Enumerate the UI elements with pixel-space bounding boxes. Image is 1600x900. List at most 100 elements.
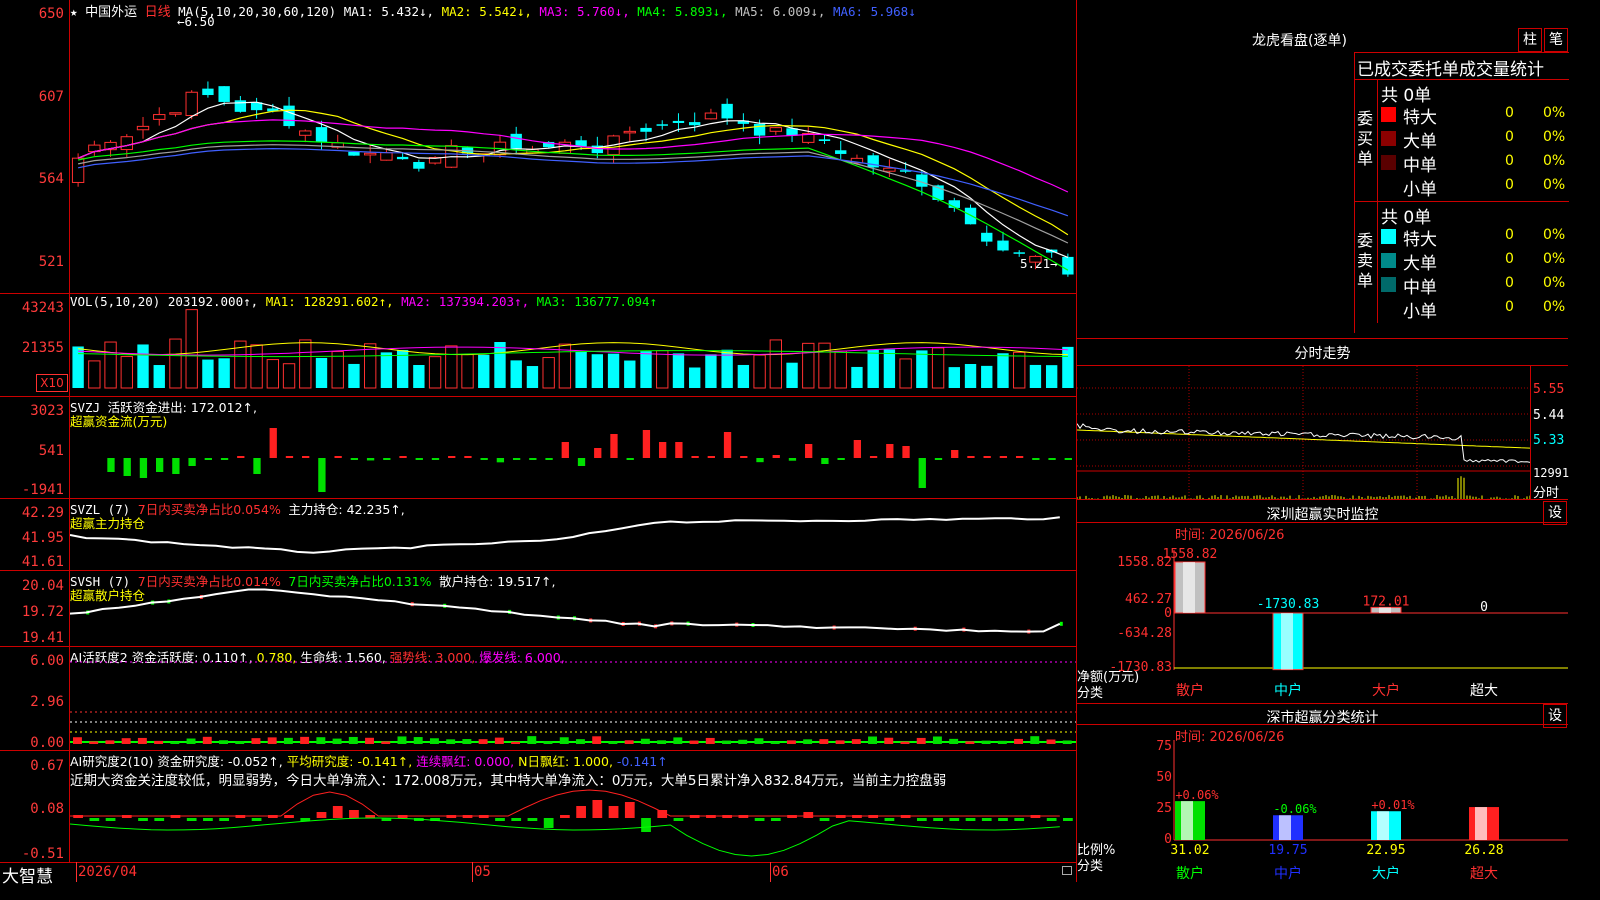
fund-flow-bar	[480, 458, 488, 460]
volume-bar	[104, 341, 117, 389]
research-bar	[965, 818, 976, 821]
ai-research-axis-label: 0.08	[30, 801, 64, 817]
research-bar	[641, 818, 651, 832]
volume-bar	[428, 356, 442, 389]
volume-bar	[575, 351, 587, 388]
fund-flow-bar	[756, 458, 764, 463]
order-size-label: 大单	[1403, 254, 1437, 274]
research-bar	[770, 818, 781, 821]
active-bar	[835, 740, 845, 744]
sz-monitor-panel: 深圳超赢实时监控 设 时间: 2026/06/26 净额(万元) 分类 1558…	[1077, 500, 1568, 703]
volume-bar	[169, 338, 182, 389]
svzl-chart[interactable]	[70, 500, 1076, 570]
intraday-chart[interactable]	[1077, 366, 1530, 499]
research-bar	[527, 818, 538, 821]
monitor-bar-label: -1730.83	[1257, 597, 1320, 612]
volume-bar	[624, 360, 636, 388]
active-bar	[722, 740, 731, 744]
intraday-panel[interactable]: 分时走势 5.55 5.44 5.33 12991 分时	[1077, 339, 1569, 501]
retail-holding-line	[70, 588, 1061, 633]
panel-separator	[0, 862, 1076, 863]
candle-body	[380, 152, 393, 161]
class-axis-label: 75	[1156, 740, 1172, 754]
volume-chart[interactable]	[70, 306, 1076, 396]
sz-monitor-chart[interactable]: 1558.82462.270-634.28-1730.831558.82散户-1…	[1077, 540, 1568, 703]
fund-flow-bar	[1064, 458, 1072, 460]
active-bar	[981, 740, 991, 744]
volume-bar	[88, 360, 101, 389]
svsh-chart[interactable]	[70, 572, 1076, 646]
order-count: 0	[1505, 153, 1514, 169]
active-bar	[559, 737, 569, 744]
price-axis-label: 521	[38, 254, 64, 270]
order-size-label: 小单	[1403, 180, 1437, 200]
star-icon[interactable]: ★	[70, 4, 78, 19]
fund-flow-bar	[999, 456, 1008, 458]
research-bar	[1014, 818, 1025, 821]
date-tick	[76, 862, 77, 882]
active-bar	[381, 741, 391, 744]
ai-research-chart[interactable]	[70, 786, 1076, 862]
active-bar	[705, 737, 715, 744]
fund-flow-bar	[837, 458, 845, 460]
candle-body	[120, 136, 133, 151]
svzl-axis-label: 41.95	[21, 530, 64, 546]
divider	[1530, 365, 1531, 499]
active-bar	[1030, 736, 1040, 744]
lock-icon[interactable]	[1062, 866, 1072, 875]
volume-bar	[851, 366, 863, 388]
volume-bar	[931, 347, 945, 389]
fund-flow-bar	[383, 458, 391, 460]
active-bar	[121, 738, 131, 744]
ma-line	[77, 140, 1069, 271]
sz-class-chart[interactable]: 7550250+0.06%31.02散户-0.06%19.75中户+0.01%2…	[1077, 740, 1568, 882]
fund-flow-bar	[237, 456, 245, 458]
date-tick	[770, 862, 771, 882]
research-bar	[803, 812, 814, 818]
svzj-chart[interactable]	[70, 400, 1076, 498]
monitor-axis-label: 0	[1164, 606, 1172, 621]
pen-mode-button[interactable]: 笔	[1544, 28, 1568, 52]
ai-research-title: AI研究度2(10)	[70, 754, 154, 769]
active-bar	[851, 739, 861, 744]
ai-active-chart[interactable]	[70, 648, 1076, 750]
active-bar	[413, 737, 423, 744]
fund-flow-bar	[1048, 458, 1056, 460]
class-category-label: 超大	[1470, 866, 1498, 882]
monitor-bar-label: 1558.82	[1163, 547, 1218, 562]
volume-bar	[510, 360, 522, 388]
bar-mode-button[interactable]: 柱	[1518, 28, 1542, 52]
order-count: 0	[1505, 177, 1514, 193]
brand-logo: 大智慧	[2, 867, 53, 887]
svsh-axis-label: 19.41	[21, 630, 64, 646]
class-axis-label: 25	[1156, 801, 1172, 816]
volume-bar	[380, 352, 393, 388]
legend-swatch	[1381, 301, 1396, 316]
class-delta-label: +0.06%	[1175, 788, 1219, 802]
monitor-axis-label: 462.27	[1125, 592, 1172, 607]
active-bar	[884, 737, 894, 744]
date-label: 2026/04	[78, 864, 138, 880]
longhu-subtitle: 已成交委托单成交量统计	[1357, 60, 1544, 80]
fund-flow-bar	[772, 455, 780, 458]
volume-bar	[250, 344, 263, 389]
volume-bar	[769, 339, 783, 389]
longhu-title: 龙虎看盘(逐单)	[1252, 33, 1347, 49]
candlestick-chart[interactable]	[70, 20, 1076, 292]
volume-bar	[526, 366, 539, 388]
volume-bar	[494, 342, 506, 388]
volume-bar	[981, 365, 993, 388]
legend-swatch	[1381, 107, 1396, 122]
monitor-bar-label: 172.01	[1363, 594, 1410, 609]
research-bar	[495, 818, 505, 821]
volume-bar	[737, 364, 750, 388]
research-avg-line	[70, 817, 1060, 857]
fund-flow-bar	[1015, 456, 1024, 458]
fund-flow-bar	[496, 458, 505, 463]
candle-body	[656, 124, 668, 126]
period-label[interactable]: 日线	[145, 5, 171, 20]
volume-bar	[218, 358, 230, 388]
chart-area[interactable]: ★ 中国外运 日线 MA(5,10,20,30,60,120) MA1: 5.4…	[0, 0, 1077, 887]
class-category-label: 大户	[1372, 865, 1400, 882]
fund-flow-bar	[707, 456, 715, 458]
